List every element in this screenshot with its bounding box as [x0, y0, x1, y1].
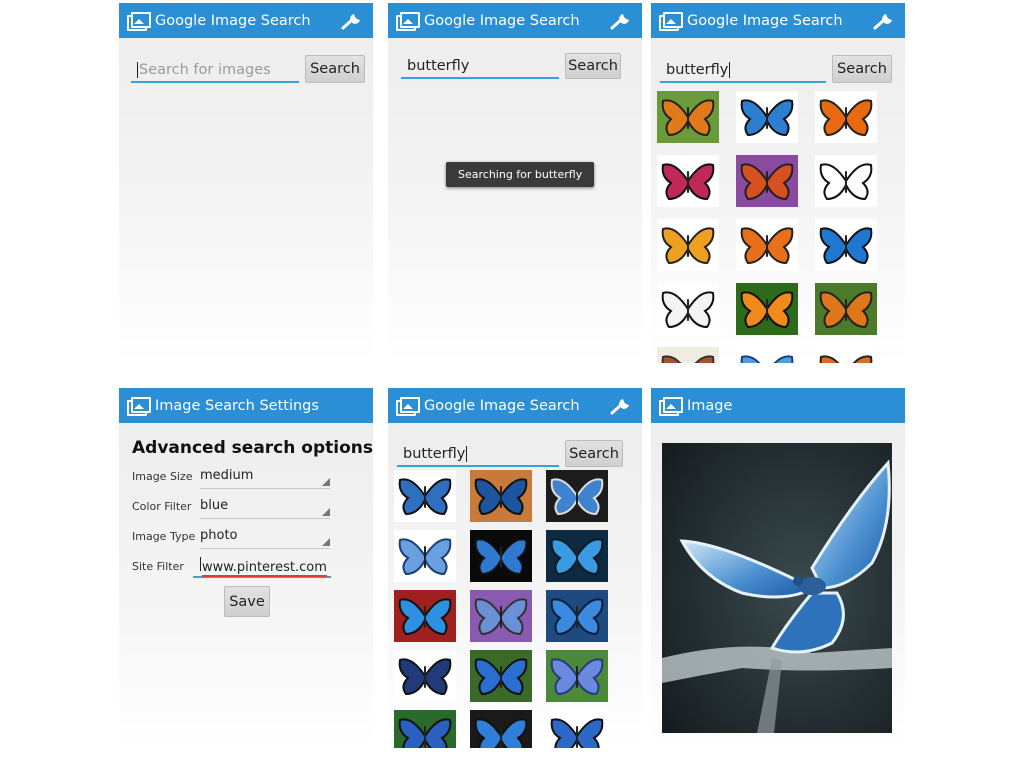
- result-thumbnail[interactable]: [546, 470, 608, 522]
- save-button[interactable]: Save: [224, 586, 270, 617]
- result-thumbnail[interactable]: [736, 91, 798, 143]
- result-thumbnail[interactable]: [470, 710, 532, 748]
- full-image: [662, 443, 892, 733]
- dropdown-triangle-icon: [322, 538, 330, 546]
- result-thumbnail[interactable]: [546, 530, 608, 582]
- screen-empty-search: Google Image Search Search for images Se…: [119, 3, 373, 363]
- app-title: Google Image Search: [155, 12, 311, 29]
- wrench-settings-icon[interactable]: [608, 10, 634, 32]
- result-thumbnail[interactable]: [470, 470, 532, 522]
- settings-title: Image Search Settings: [155, 397, 319, 414]
- result-thumbnail[interactable]: [394, 650, 456, 702]
- image-title: Image: [687, 397, 733, 414]
- result-thumbnail[interactable]: [546, 710, 608, 748]
- action-bar: Image: [651, 388, 905, 423]
- search-button[interactable]: Search: [565, 53, 621, 79]
- site-filter-input[interactable]: www.pinterest.com: [193, 554, 331, 578]
- image-type-label: Image Type: [132, 530, 196, 543]
- search-input[interactable]: butterfly: [660, 57, 826, 83]
- site-filter-label: Site Filter: [132, 560, 184, 573]
- search-input[interactable]: butterfly: [397, 441, 559, 467]
- image-size-select[interactable]: medium: [200, 468, 330, 489]
- screen-results: Google Image Search butterfly Search: [651, 3, 905, 363]
- result-thumbnail[interactable]: [815, 347, 877, 363]
- action-bar: Image Search Settings: [119, 388, 373, 423]
- result-thumbnail[interactable]: [815, 283, 877, 335]
- result-thumbnail[interactable]: [815, 155, 877, 207]
- screen-settings: Image Search Settings Advanced search op…: [119, 388, 373, 748]
- image-type-row: Image Type photo: [132, 526, 332, 550]
- search-button[interactable]: Search: [832, 55, 892, 83]
- action-bar: Google Image Search: [651, 3, 905, 38]
- dropdown-triangle-icon: [322, 478, 330, 486]
- app-title: Google Image Search: [424, 397, 580, 414]
- result-thumbnail[interactable]: [657, 219, 719, 271]
- app-gallery-icon: [127, 396, 151, 416]
- action-bar: Google Image Search: [119, 3, 373, 38]
- result-thumbnail[interactable]: [736, 219, 798, 271]
- result-thumbnail[interactable]: [394, 710, 456, 748]
- app-gallery-icon: [659, 396, 683, 416]
- result-thumbnail[interactable]: [815, 219, 877, 271]
- app-gallery-icon: [127, 11, 151, 31]
- result-thumbnail[interactable]: [470, 650, 532, 702]
- result-thumbnail[interactable]: [470, 530, 532, 582]
- result-thumbnail[interactable]: [736, 347, 798, 363]
- app-gallery-icon: [396, 11, 420, 31]
- search-button[interactable]: Search: [305, 55, 365, 83]
- image-size-label: Image Size: [132, 470, 193, 483]
- app-gallery-icon: [659, 11, 683, 31]
- result-thumbnail[interactable]: [736, 155, 798, 207]
- searching-toast: Searching for butterfly: [446, 162, 595, 187]
- image-size-row: Image Size medium: [132, 466, 332, 490]
- result-thumbnail[interactable]: [394, 590, 456, 642]
- dropdown-triangle-icon: [322, 508, 330, 516]
- color-filter-select[interactable]: blue: [200, 498, 330, 519]
- wrench-settings-icon[interactable]: [871, 10, 897, 32]
- screen-searching: Google Image Search butterfly Search Sea…: [388, 3, 642, 363]
- search-input[interactable]: butterfly: [401, 53, 559, 79]
- wrench-settings-icon[interactable]: [608, 395, 634, 417]
- action-bar: Google Image Search: [388, 3, 642, 38]
- screen-image-detail: Image: [651, 388, 905, 748]
- result-thumbnail[interactable]: [657, 155, 719, 207]
- result-thumbnail[interactable]: [657, 283, 719, 335]
- app-title: Google Image Search: [687, 12, 843, 29]
- result-thumbnail[interactable]: [394, 530, 456, 582]
- result-thumbnail[interactable]: [470, 590, 532, 642]
- color-filter-label: Color Filter: [132, 500, 192, 513]
- color-filter-row: Color Filter blue: [132, 496, 332, 520]
- search-input[interactable]: Search for images: [131, 57, 299, 83]
- result-thumbnail[interactable]: [736, 283, 798, 335]
- result-thumbnail[interactable]: [394, 470, 456, 522]
- results-grid: [657, 91, 877, 363]
- settings-heading: Advanced search options: [132, 438, 373, 458]
- result-thumbnail[interactable]: [657, 347, 719, 363]
- result-thumbnail[interactable]: [815, 91, 877, 143]
- results-grid: [394, 470, 608, 748]
- result-thumbnail[interactable]: [657, 91, 719, 143]
- app-title: Google Image Search: [424, 12, 580, 29]
- search-button[interactable]: Search: [565, 440, 623, 467]
- result-thumbnail[interactable]: [546, 650, 608, 702]
- result-thumbnail[interactable]: [546, 590, 608, 642]
- image-type-select[interactable]: photo: [200, 528, 330, 549]
- action-bar: Google Image Search: [388, 388, 642, 423]
- app-gallery-icon: [396, 396, 420, 416]
- screen-filtered-results: Google Image Search butterfly Search: [388, 388, 642, 748]
- wrench-settings-icon[interactable]: [339, 10, 365, 32]
